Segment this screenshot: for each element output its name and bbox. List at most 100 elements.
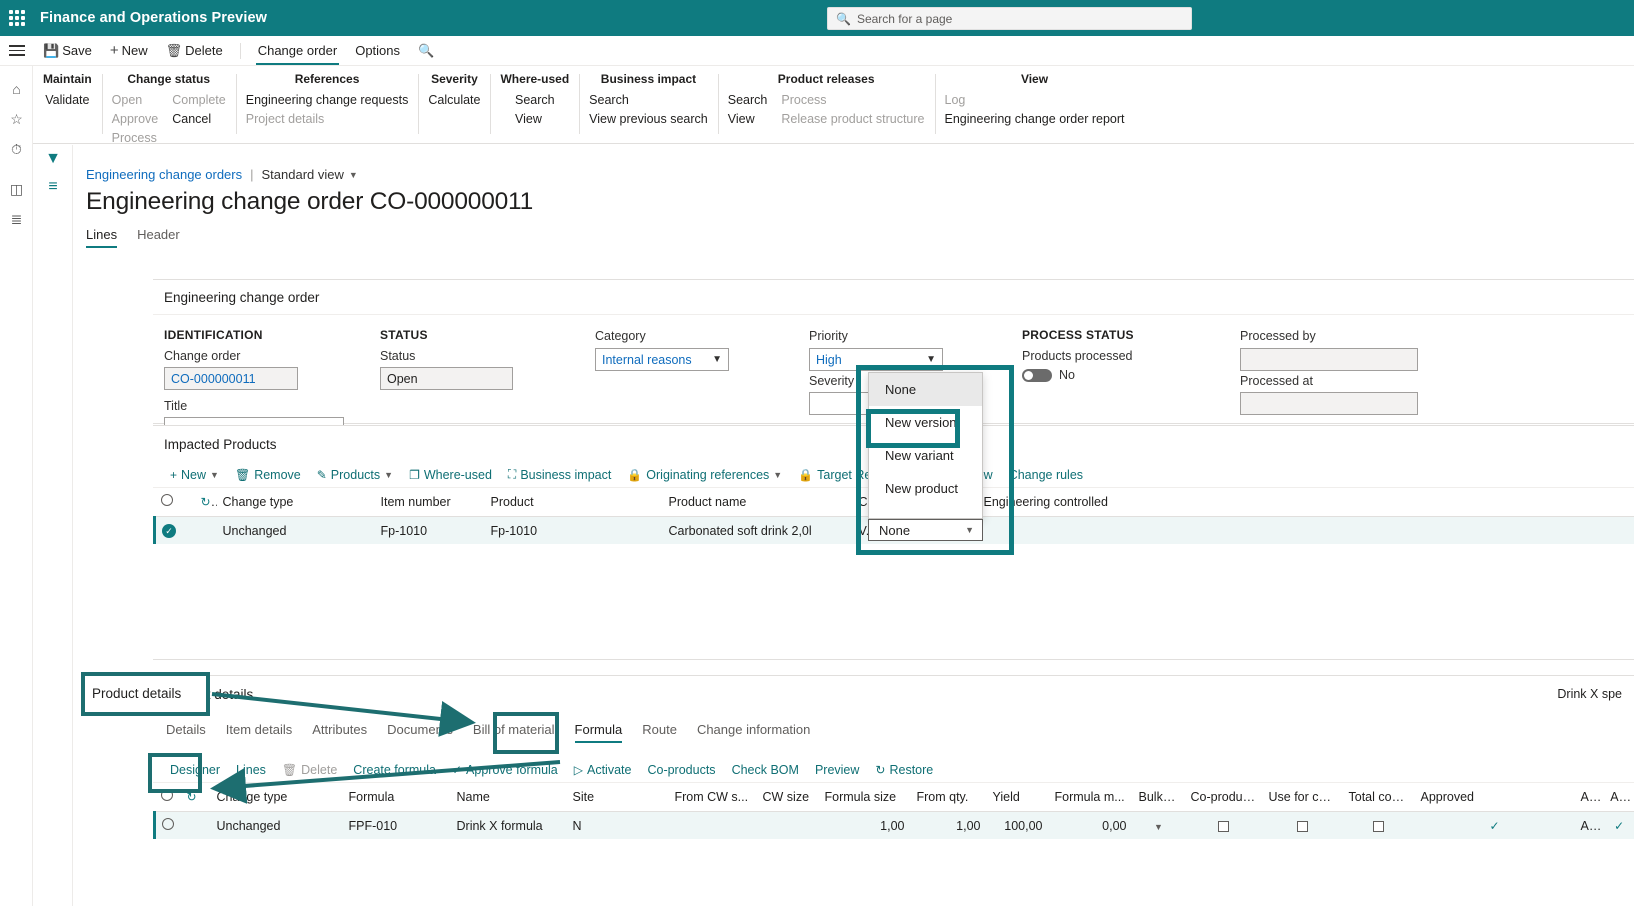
star-icon[interactable]: ☆: [0, 104, 33, 134]
fcol-formula[interactable]: Formula: [342, 783, 451, 812]
fcol-yield[interactable]: Yield: [986, 783, 1049, 812]
fcol-approved-by[interactable]: Approved by: [1574, 783, 1605, 812]
ribbon-item-view[interactable]: View: [728, 111, 768, 128]
ribbon-item-cancel[interactable]: Cancel: [172, 111, 226, 128]
tab-header[interactable]: Header: [137, 227, 180, 248]
cell-product[interactable]: Fp-1010: [484, 516, 663, 544]
toolbar-designer[interactable]: Designer: [162, 763, 228, 777]
tab-options[interactable]: Options: [346, 36, 409, 66]
breadcrumb-link-engineering-change-orders[interactable]: Engineering change orders: [86, 167, 242, 182]
global-search-box[interactable]: 🔍 Search for a page: [827, 7, 1192, 30]
fcol-site[interactable]: Site: [566, 783, 669, 812]
filter-icon[interactable]: ▼: [33, 145, 73, 173]
ribbon-item-search[interactable]: Search: [728, 92, 768, 109]
col-product[interactable]: Product: [484, 488, 663, 517]
products-processed-toggle[interactable]: No: [1022, 368, 1075, 382]
home-icon[interactable]: ⌂: [0, 74, 33, 104]
fcol-from-cw-size[interactable]: From CW s...: [668, 783, 757, 812]
category-combobox[interactable]: Internal reasons ▼: [595, 348, 729, 371]
toolbar-lines[interactable]: Lines: [228, 763, 274, 777]
ribbon-item-search[interactable]: Search: [589, 92, 708, 109]
frow-select-cell[interactable]: [154, 811, 181, 839]
col-item-number[interactable]: Item number: [374, 488, 485, 517]
toolbar-create-formula[interactable]: Create formula: [345, 763, 444, 777]
fcell-total-cost[interactable]: [1342, 811, 1415, 839]
save-button[interactable]: 💾 Save: [34, 36, 101, 66]
fcol-formula-size[interactable]: Formula size: [818, 783, 911, 812]
toolbar-change-rules[interactable]: Change rules: [1001, 468, 1091, 482]
delete-button[interactable]: 🗑 Delete: [157, 36, 232, 66]
table-row[interactable]: Unchanged FPF-010 Drink X formula N 1,00…: [154, 811, 1634, 839]
fcol-formula-m[interactable]: Formula m...: [1048, 783, 1133, 812]
refresh-header[interactable]: ↻: [194, 488, 217, 517]
toolbar-originating-references[interactable]: 🔒 Originating references ▼: [619, 468, 790, 482]
fcol-name[interactable]: Name: [450, 783, 567, 812]
formula-select-all-header[interactable]: [154, 783, 181, 812]
toolbar-business-impact[interactable]: ⛶ Business impact: [500, 467, 619, 482]
toolbar-products[interactable]: ✎ Products ▼: [309, 468, 401, 482]
dropdown-option-none[interactable]: None: [869, 373, 982, 406]
tab-attributes[interactable]: Attributes: [312, 722, 367, 743]
toolbar-restore[interactable]: ↻ Restore: [867, 763, 941, 777]
toolbar-check-bom[interactable]: Check BOM: [724, 763, 807, 777]
fcol-total-cost[interactable]: Total cost ...: [1342, 783, 1415, 812]
fcol-use-for-cal[interactable]: Use for cal...: [1262, 783, 1343, 812]
clock-icon[interactable]: ⏱: [0, 134, 33, 164]
fcol-from-qty[interactable]: From qty.: [910, 783, 987, 812]
formula-refresh-header[interactable]: ↻: [180, 783, 211, 812]
toolbar-remove[interactable]: 🗑 Remove: [227, 468, 309, 482]
toolbar-where-used[interactable]: ❐ Where-used: [401, 468, 500, 482]
ribbon-item-engineering-change-order-report[interactable]: Engineering change order report: [945, 111, 1125, 128]
toolbar-preview[interactable]: Preview: [807, 763, 867, 777]
tab-details[interactable]: Details: [166, 722, 206, 743]
toolbar-approve-formula[interactable]: ✓ Approve formula: [444, 763, 566, 777]
view-selector[interactable]: Standard view ▼: [262, 167, 358, 182]
fcol-co-products[interactable]: Co-produc...: [1184, 783, 1263, 812]
list-icon[interactable]: ≡: [33, 173, 73, 201]
app-launcher-icon[interactable]: [0, 10, 34, 26]
tab-bill-of-material[interactable]: Bill of material: [473, 722, 555, 743]
change-type-dropdown[interactable]: None New version New variant New product: [868, 372, 983, 519]
fcell-co-products[interactable]: [1184, 811, 1263, 839]
col-product-name[interactable]: Product name: [662, 488, 853, 517]
dropdown-option-new-product[interactable]: New product: [869, 472, 982, 505]
ribbon-item-validate[interactable]: Validate: [45, 92, 89, 109]
dropdown-option-new-variant[interactable]: New variant: [869, 439, 982, 472]
ribbon-item-view[interactable]: View: [515, 111, 555, 128]
change-type-select[interactable]: None ▼: [868, 519, 983, 541]
modules-icon[interactable]: ≣: [0, 204, 33, 234]
row-select-cell[interactable]: ✓: [154, 516, 195, 544]
col-engineering-controlled[interactable]: Engineering controlled: [977, 488, 1634, 517]
fcol-active[interactable]: Active: [1604, 783, 1634, 812]
command-search-icon[interactable]: 🔍: [409, 36, 443, 66]
fcol-cw-size[interactable]: CW size: [756, 783, 819, 812]
change-order-input[interactable]: CO-000000011: [164, 367, 298, 390]
processed-by-input[interactable]: [1240, 348, 1418, 371]
fcell-bulk-item[interactable]: ▼: [1132, 811, 1185, 839]
tab-documents[interactable]: Documents: [387, 722, 453, 743]
tab-formula[interactable]: Formula: [574, 722, 622, 743]
dropdown-option-new-version[interactable]: New version: [869, 406, 982, 439]
toolbar-activate[interactable]: ▷ Activate: [566, 763, 640, 777]
fcol-approved[interactable]: Approved: [1414, 783, 1575, 812]
select-all-header[interactable]: [154, 488, 195, 517]
ribbon-item-engineering-change-requests[interactable]: Engineering change requests: [246, 92, 409, 109]
fcol-bulk-item[interactable]: Bulk it...: [1132, 783, 1185, 812]
toolbar-co-products[interactable]: Co-products: [639, 763, 723, 777]
fcell-use-for-cal[interactable]: [1262, 811, 1343, 839]
tab-lines[interactable]: Lines: [86, 227, 118, 248]
tab-item-details[interactable]: Item details: [226, 722, 292, 743]
workspace-icon[interactable]: ◫: [0, 174, 33, 204]
tab-change-information[interactable]: Change information: [697, 722, 810, 743]
processed-at-input[interactable]: [1240, 392, 1418, 415]
tab-change-order[interactable]: Change order: [249, 36, 347, 66]
toolbar-new[interactable]: + New ▼: [162, 468, 227, 482]
ribbon-item-view-previous-search[interactable]: View previous search: [589, 111, 708, 128]
fcell-approved-by[interactable]: Anna Yurmanovych: [1574, 811, 1605, 839]
tab-route[interactable]: Route: [642, 722, 677, 743]
hamburger-icon[interactable]: [0, 36, 34, 66]
col-change-type[interactable]: Change type: [216, 488, 375, 517]
new-button[interactable]: + New: [101, 36, 157, 66]
ribbon-item-calculate[interactable]: Calculate: [428, 92, 480, 109]
ribbon-item-search[interactable]: Search: [515, 92, 555, 109]
